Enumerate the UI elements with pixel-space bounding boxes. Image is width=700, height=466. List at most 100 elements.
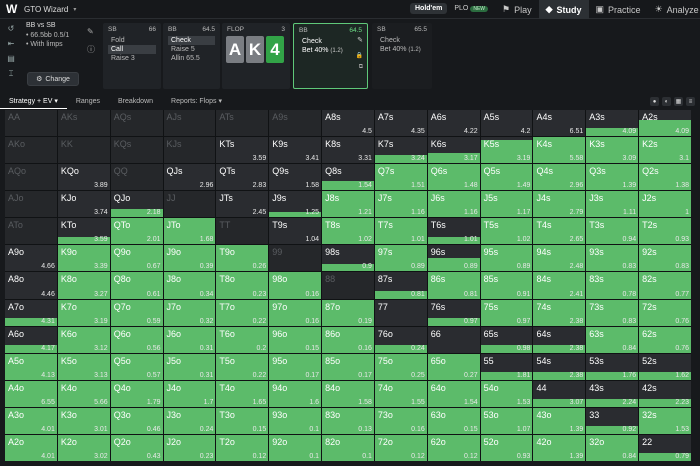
save-icon[interactable]: ▤ bbox=[7, 54, 15, 63]
hand-cell[interactable]: AJs bbox=[163, 110, 216, 137]
hand-cell[interactable]: 82o 0.1 bbox=[322, 434, 374, 461]
hand-cell[interactable]: T6o 0.2 bbox=[216, 326, 269, 353]
hand-cell[interactable]: 66 bbox=[427, 326, 480, 353]
hand-cell[interactable]: T9o 0.26 bbox=[216, 245, 269, 272]
hand-cell[interactable]: Q3o 0.46 bbox=[110, 407, 163, 434]
hand-cell[interactable]: Q3s 1.39 bbox=[586, 164, 639, 191]
edit-icon[interactable]: ✎ bbox=[357, 36, 363, 44]
node-bb-current[interactable]: BB 64.5 Check Bet 40% (1.2) ✎ 🔒 ⧉ bbox=[293, 23, 368, 89]
hand-cell[interactable]: 64o 1.54 bbox=[427, 380, 480, 407]
hand-cell[interactable]: 33 0.92 bbox=[586, 407, 639, 434]
hand-cell[interactable]: K5s 3.19 bbox=[480, 137, 533, 164]
hand-cell[interactable]: 32s 1.53 bbox=[639, 407, 691, 434]
hand-cell[interactable]: KTo 3.59 bbox=[57, 218, 110, 245]
hand-cell[interactable]: 63o 0.15 bbox=[427, 407, 480, 434]
hand-cell[interactable]: KJs bbox=[163, 137, 216, 164]
hand-cell[interactable]: 85s 0.91 bbox=[480, 272, 533, 299]
node-bb[interactable]: BB 64.5 Check Raise 5 Allin 65.5 bbox=[163, 23, 220, 89]
hand-cell[interactable]: J7s 1.16 bbox=[374, 191, 427, 218]
hand-cell[interactable]: T7s 1.01 bbox=[374, 218, 427, 245]
hand-cell[interactable]: K7o 3.19 bbox=[57, 299, 110, 326]
hand-cell[interactable]: 92o 0.1 bbox=[269, 434, 322, 461]
hand-cell[interactable]: J4s 2.79 bbox=[533, 191, 586, 218]
hand-cell[interactable]: 43s 2.24 bbox=[586, 380, 639, 407]
nav-practice[interactable]: ▣ Practice bbox=[589, 0, 648, 19]
hand-cell[interactable]: QQ bbox=[110, 164, 163, 191]
hand-cell[interactable]: K8o 3.27 bbox=[57, 272, 110, 299]
hand-cell[interactable]: A2o 4.01 bbox=[5, 434, 57, 461]
hand-cell[interactable]: 97s 0.89 bbox=[374, 245, 427, 272]
hand-cell[interactable]: K6o 3.12 bbox=[57, 326, 110, 353]
lock-icon[interactable]: 🔒 bbox=[356, 52, 363, 59]
hand-cell[interactable]: K9o 3.39 bbox=[57, 245, 110, 272]
nav-play[interactable]: ⚑ Play bbox=[495, 0, 539, 19]
hand-cell[interactable]: A5s 4.2 bbox=[480, 110, 533, 137]
hand-cell[interactable]: K3s 3.09 bbox=[586, 137, 639, 164]
hand-cell[interactable]: J8s 1.21 bbox=[322, 191, 374, 218]
hand-cell[interactable]: J3o 0.24 bbox=[163, 407, 216, 434]
hand-cell[interactable]: A2s 4.09 bbox=[639, 110, 691, 137]
hand-cell[interactable]: 95o 0.17 bbox=[269, 353, 322, 380]
nav-analyze[interactable]: ☀ Analyze bbox=[648, 0, 700, 19]
hand-cell[interactable]: A5o 4.13 bbox=[5, 353, 57, 380]
hand-cell[interactable]: 43o 1.39 bbox=[533, 407, 586, 434]
hand-cell[interactable]: K5o 3.13 bbox=[57, 353, 110, 380]
hand-cell[interactable]: Q4o 1.79 bbox=[110, 380, 163, 407]
node-sb-next[interactable]: SB 65.5 Check Bet 40% (1.2) bbox=[372, 23, 432, 89]
action-fold[interactable]: Fold bbox=[108, 36, 156, 45]
text-cursor-icon[interactable]: ⌶ bbox=[9, 69, 14, 79]
hand-cell[interactable]: T5s 1.02 bbox=[480, 218, 533, 245]
hand-cell[interactable]: QJs 2.96 bbox=[163, 164, 216, 191]
hand-cell[interactable]: T9s 1.04 bbox=[269, 218, 322, 245]
hand-cell[interactable]: AKo bbox=[5, 137, 57, 164]
grid-view-icon[interactable]: ▦ bbox=[674, 97, 683, 106]
hand-cell[interactable]: KK bbox=[57, 137, 110, 164]
hand-cell[interactable]: 73o 0.16 bbox=[374, 407, 427, 434]
hand-cell[interactable]: Q5o 0.57 bbox=[110, 353, 163, 380]
hand-cell[interactable]: T8o 0.23 bbox=[216, 272, 269, 299]
tab-reports[interactable]: Reports: Flops ▾ bbox=[162, 94, 231, 109]
hand-cell[interactable]: 55 1.81 bbox=[480, 353, 533, 380]
nav-study[interactable]: ◆ Study bbox=[538, 0, 589, 19]
app-logo[interactable]: W GTO Wizard ▾ bbox=[0, 3, 140, 15]
hand-cell[interactable]: A3o 4.01 bbox=[5, 407, 57, 434]
hand-cell[interactable]: J6o 0.31 bbox=[163, 326, 216, 353]
hand-cell[interactable]: K6s 3.17 bbox=[427, 137, 480, 164]
action-bet[interactable]: Bet 40% (1.2) bbox=[377, 45, 427, 54]
hand-cell[interactable]: K2o 3.02 bbox=[57, 434, 110, 461]
hand-cell[interactable]: 87s 0.81 bbox=[374, 272, 427, 299]
hand-cell[interactable]: 73s 0.83 bbox=[586, 299, 639, 326]
hand-cell[interactable]: 94s 2.48 bbox=[533, 245, 586, 272]
hand-cell[interactable]: Q7o 0.59 bbox=[110, 299, 163, 326]
hand-cell[interactable]: 99 bbox=[269, 245, 322, 272]
hand-cell[interactable]: 86s 0.81 bbox=[427, 272, 480, 299]
hand-cell[interactable]: 95s 0.89 bbox=[480, 245, 533, 272]
edit-icon[interactable]: ✎ bbox=[87, 27, 95, 36]
hand-cell[interactable]: A4o 6.55 bbox=[5, 380, 57, 407]
hand-cell[interactable]: KQs bbox=[110, 137, 163, 164]
hand-cell[interactable]: 86o 0.16 bbox=[322, 326, 374, 353]
hand-cell[interactable]: J2o 0.23 bbox=[163, 434, 216, 461]
hand-cell[interactable]: T5o 0.22 bbox=[216, 353, 269, 380]
hand-cell[interactable]: 72s 0.76 bbox=[639, 299, 691, 326]
hand-cell[interactable]: JTo 1.68 bbox=[163, 218, 216, 245]
hand-cell[interactable]: JJ bbox=[163, 191, 216, 218]
hand-cell[interactable]: QTs 2.83 bbox=[216, 164, 269, 191]
hand-cell[interactable]: 84s 2.41 bbox=[533, 272, 586, 299]
hand-cell[interactable]: J7o 0.32 bbox=[163, 299, 216, 326]
hand-cell[interactable]: TT bbox=[216, 218, 269, 245]
hand-cell[interactable]: AQs bbox=[110, 110, 163, 137]
hand-cell[interactable]: A9o 4.66 bbox=[5, 245, 57, 272]
info-icon[interactable]: ⓘ bbox=[87, 44, 95, 55]
reset-icon[interactable]: ↺ bbox=[8, 24, 15, 33]
hand-cell[interactable]: J5o 0.31 bbox=[163, 353, 216, 380]
hand-cell[interactable]: 65o 0.27 bbox=[427, 353, 480, 380]
action-check[interactable]: Check bbox=[168, 36, 215, 45]
hand-cell[interactable]: Q6s 1.48 bbox=[427, 164, 480, 191]
tab-strategy-ev[interactable]: Strategy + EV ▾ bbox=[0, 94, 67, 109]
hand-cell[interactable]: J2s 1 bbox=[639, 191, 691, 218]
hand-cell[interactable]: 93o 0.1 bbox=[269, 407, 322, 434]
list-view-icon[interactable]: ≡ bbox=[686, 97, 695, 106]
hand-cell[interactable]: 42o 1.39 bbox=[533, 434, 586, 461]
hand-cell[interactable]: 77 bbox=[374, 299, 427, 326]
